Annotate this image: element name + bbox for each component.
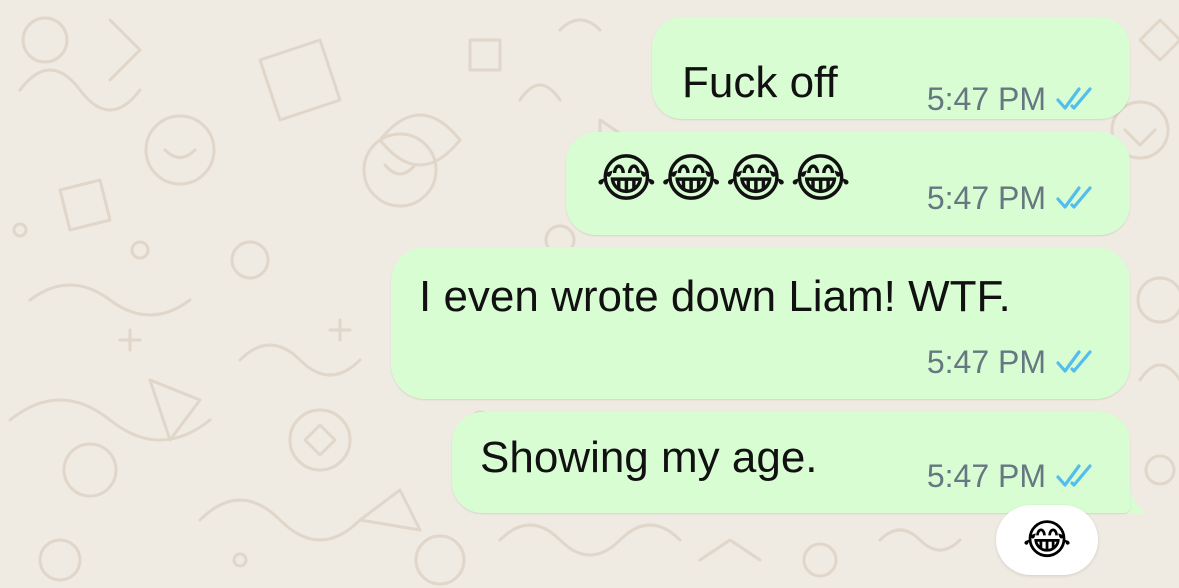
message-timestamp: 5:47 PM — [926, 180, 1046, 216]
double-check-read-icon — [1056, 87, 1092, 110]
message-list: Fuck off 5:47 PM 😂😂😂😂 5:47 PM I even wro… — [0, 0, 1179, 588]
message-meta: 5:47 PM — [927, 180, 1100, 216]
message-text: Showing my age. — [480, 433, 818, 482]
outgoing-message-bubble[interactable]: I even wrote down Liam! WTF. 5:47 PM — [391, 247, 1130, 399]
double-check-read-icon — [1056, 350, 1092, 373]
message-text: Fuck off — [682, 58, 838, 107]
outgoing-message-bubble[interactable]: 😂😂😂😂 5:47 PM — [566, 132, 1130, 235]
double-check-read-icon — [1056, 186, 1092, 209]
message-meta: 5:47 PM — [927, 344, 1100, 380]
message-timestamp: 5:47 PM — [926, 81, 1046, 117]
reaction-badge[interactable]: 😂 — [996, 505, 1098, 575]
message-timestamp: 5:47 PM — [926, 344, 1046, 380]
outgoing-message-bubble[interactable]: Fuck off 5:47 PM — [652, 17, 1130, 119]
message-text: I even wrote down Liam! WTF. — [419, 272, 1011, 321]
message-text: 😂😂😂😂 — [596, 150, 856, 208]
message-timestamp: 5:47 PM — [926, 458, 1046, 494]
message-meta: 5:47 PM — [927, 81, 1100, 117]
outgoing-message-bubble[interactable]: Showing my age. 5:47 PM — [452, 412, 1130, 513]
reaction-emoji: 😂 — [1022, 516, 1072, 563]
double-check-read-icon — [1056, 464, 1092, 487]
message-meta: 5:47 PM — [927, 458, 1100, 494]
